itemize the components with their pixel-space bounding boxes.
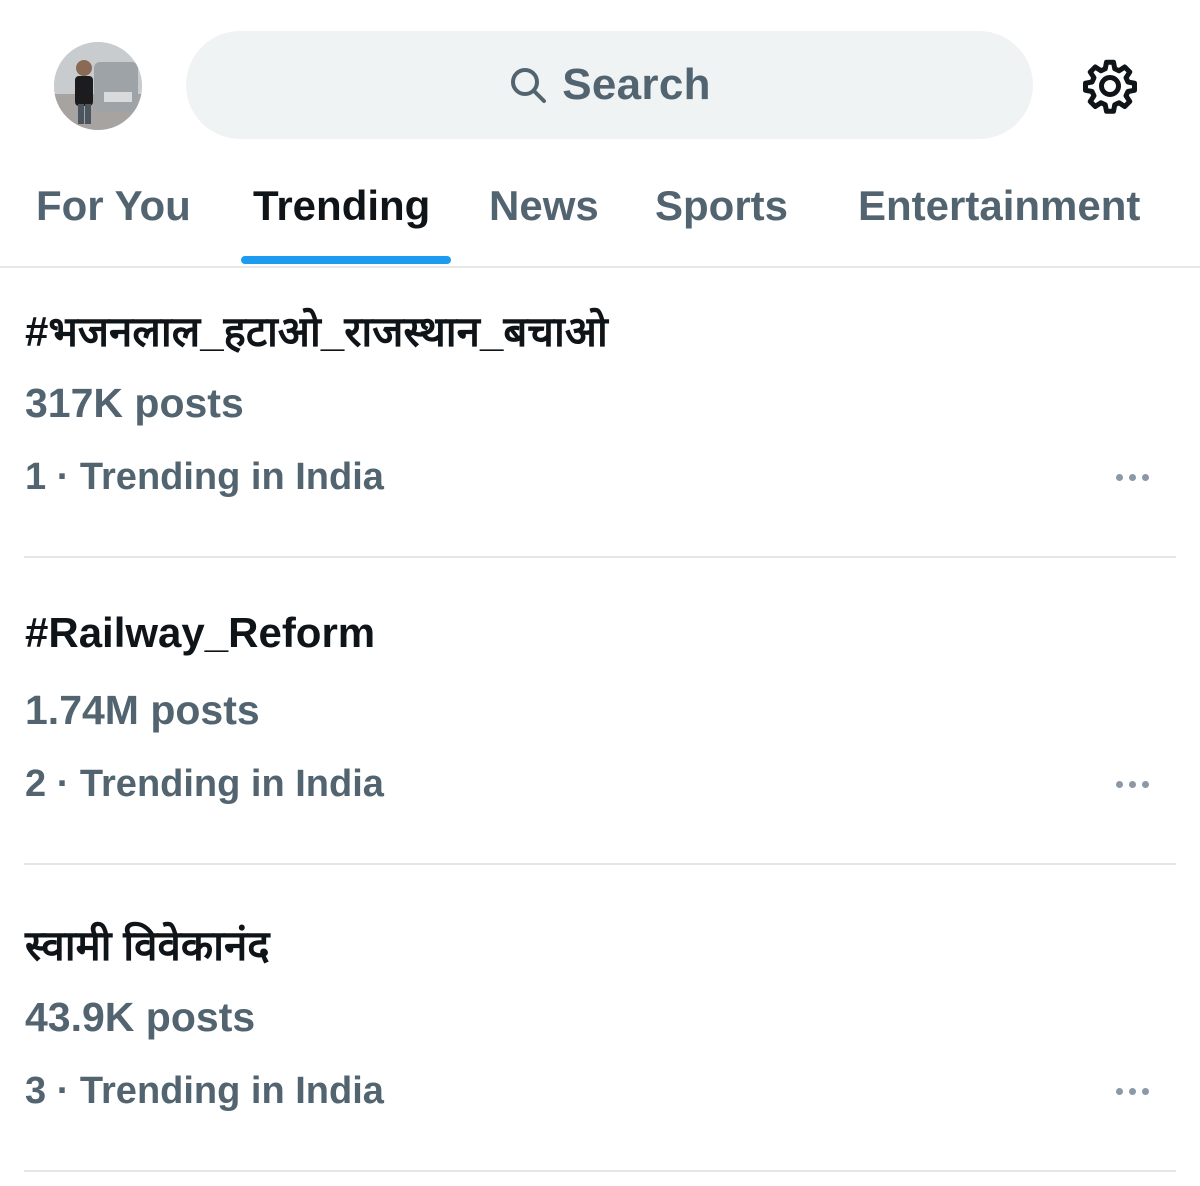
tab-entertainment[interactable]: Entertainment bbox=[858, 182, 1140, 230]
trend-context: 3 · Trending in India bbox=[25, 1070, 384, 1112]
tab-bar: For You Trending News Sports Entertainme… bbox=[0, 160, 1200, 268]
more-options-icon[interactable] bbox=[1104, 1076, 1160, 1106]
trend-name: #Railway_Reform bbox=[25, 609, 376, 656]
trend-post-count: 43.9K posts bbox=[25, 994, 256, 1040]
trend-context: 1 · Trending in India bbox=[25, 456, 384, 498]
search-icon bbox=[508, 65, 548, 105]
trend-post-count: 1.74M posts bbox=[25, 687, 260, 733]
trend-item[interactable]: #भजनलाल_हटाओ_राजस्थान_बचाओ 317K posts 1 … bbox=[0, 266, 1200, 572]
trend-name: स्वामी विवेकानंद bbox=[25, 922, 270, 969]
trend-name: #भजनलाल_हटाओ_राजस्थान_बचाओ bbox=[25, 308, 608, 355]
search-placeholder: Search bbox=[562, 60, 711, 109]
trend-item[interactable]: स्वामी विवेकानंद 43.9K posts 3 · Trendin… bbox=[0, 880, 1200, 1186]
tab-for-you[interactable]: For You bbox=[36, 182, 191, 230]
more-options-icon[interactable] bbox=[1104, 462, 1160, 492]
divider bbox=[24, 863, 1176, 865]
avatar[interactable] bbox=[54, 42, 142, 130]
search-input[interactable]: Search bbox=[186, 31, 1033, 139]
trend-context: 2 · Trending in India bbox=[25, 763, 384, 805]
tab-news[interactable]: News bbox=[489, 182, 599, 230]
divider bbox=[24, 556, 1176, 558]
tab-sports[interactable]: Sports bbox=[655, 182, 788, 230]
top-bar: Search bbox=[0, 0, 1200, 160]
gear-icon[interactable] bbox=[1080, 56, 1140, 116]
divider bbox=[24, 1170, 1176, 1172]
trend-post-count: 317K posts bbox=[25, 380, 244, 426]
trend-item[interactable]: #Railway_Reform 1.74M posts 2 · Trending… bbox=[0, 573, 1200, 879]
more-options-icon[interactable] bbox=[1104, 769, 1160, 799]
active-tab-indicator bbox=[241, 256, 451, 264]
tab-trending[interactable]: Trending bbox=[253, 182, 430, 230]
avatar-image bbox=[54, 42, 142, 130]
